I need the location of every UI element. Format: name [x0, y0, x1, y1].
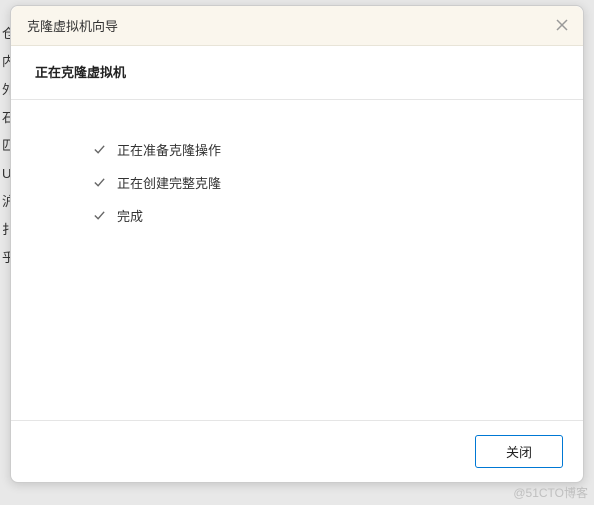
step-label: 正在准备克隆操作	[117, 140, 221, 159]
check-icon	[91, 208, 107, 224]
dialog-footer: 关闭	[11, 420, 583, 482]
close-button[interactable]: 关闭	[475, 435, 563, 468]
dialog-header: 克隆虚拟机向导	[11, 6, 583, 46]
step-item: 完成	[91, 206, 559, 225]
step-item: 正在创建完整克隆	[91, 173, 559, 192]
clone-wizard-dialog: 克隆虚拟机向导 正在克隆虚拟机 正在准备克隆操作 正在创建完整克隆	[10, 5, 584, 483]
step-label: 完成	[117, 206, 143, 225]
dialog-subheader: 正在克隆虚拟机	[11, 46, 583, 100]
check-icon	[91, 142, 107, 158]
dialog-body: 正在准备克隆操作 正在创建完整克隆 完成	[11, 100, 583, 420]
step-label: 正在创建完整克隆	[117, 173, 221, 192]
step-item: 正在准备克隆操作	[91, 140, 559, 159]
watermark: @51CTO博客	[513, 484, 588, 501]
close-icon[interactable]	[553, 16, 571, 34]
dialog-title: 克隆虚拟机向导	[27, 16, 567, 35]
dialog-subtitle: 正在克隆虚拟机	[35, 62, 559, 81]
check-icon	[91, 175, 107, 191]
